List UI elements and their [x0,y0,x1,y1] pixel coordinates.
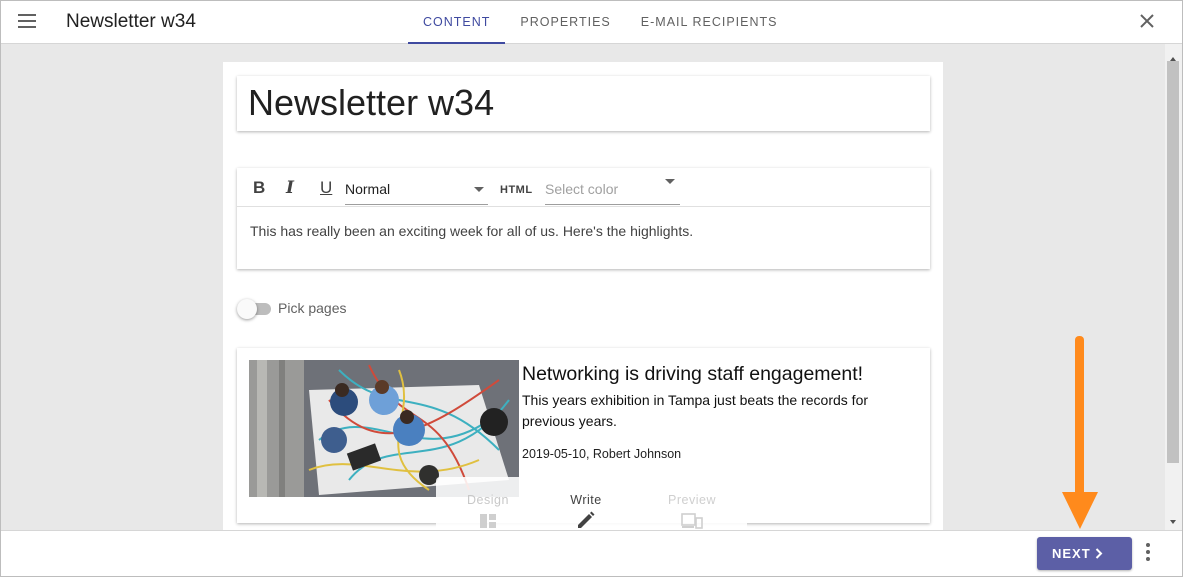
next-button-label: NEXT [1052,546,1091,561]
app-title: Newsletter w34 [66,11,196,32]
scroll-down-icon[interactable] [1170,520,1176,524]
pick-pages-label: Pick pages [278,300,347,316]
toggle-knob [237,299,257,319]
mode-design[interactable]: Design [438,493,538,530]
article-meta: 2019-05-10, Robert Johnson [522,447,682,461]
document-canvas: Newsletter w34 B I U Normal HTML Select … [223,62,943,530]
title-card: Newsletter w34 [237,76,930,131]
top-app-bar: Newsletter w34 CONTENT PROPERTIES E-MAIL… [1,1,1182,44]
color-select-placeholder: Select color [545,181,619,197]
chevron-down-icon [474,187,484,192]
mode-write-label: Write [570,493,602,507]
title-input[interactable]: Newsletter w34 [248,82,494,124]
mode-preview-label: Preview [668,493,716,507]
article-title: Networking is driving staff engagement! [522,363,864,385]
article-description: This years exhibition in Tampa just beat… [522,392,869,429]
tab-properties[interactable]: PROPERTIES [505,1,625,44]
pick-pages-toggle[interactable] [237,299,271,319]
dashboard-icon [480,514,496,528]
mode-switcher: Design Write Preview [436,477,747,530]
editor-toolbar: B I U Normal HTML Select color [237,168,930,207]
next-button[interactable]: NEXT [1037,537,1132,570]
italic-button[interactable]: I [286,178,294,198]
bold-button[interactable]: B [253,178,265,198]
text-format-value: Normal [345,181,391,197]
close-icon[interactable] [1138,12,1156,30]
bottom-action-bar: NEXT [1,530,1182,576]
html-button[interactable]: HTML [500,184,533,196]
tab-bar: CONTENT PROPERTIES E-MAIL RECIPIENTS [408,1,792,44]
tab-email-recipients[interactable]: E-MAIL RECIPIENTS [626,1,793,44]
mode-write[interactable]: Write [536,493,636,530]
hamburger-menu-icon[interactable] [18,14,36,28]
tab-content[interactable]: CONTENT [408,1,506,44]
editor-body-text[interactable]: This has really been an exciting week fo… [250,223,693,239]
underline-button[interactable]: U [320,178,332,198]
scrollbar-thumb[interactable] [1167,61,1179,463]
annotation-arrow-icon [1062,336,1098,529]
more-vert-icon[interactable] [1144,543,1152,563]
chevron-right-icon [1095,548,1103,559]
devices-icon [681,513,703,529]
chevron-down-icon [665,179,675,184]
mode-preview[interactable]: Preview [642,493,742,530]
pencil-icon [578,511,595,528]
mode-design-label: Design [467,493,509,507]
text-format-select[interactable]: Normal [345,178,488,205]
color-select[interactable]: Select color [545,178,680,205]
rich-text-editor: B I U Normal HTML Select color This has … [237,168,930,269]
vertical-scrollbar[interactable] [1165,44,1182,530]
